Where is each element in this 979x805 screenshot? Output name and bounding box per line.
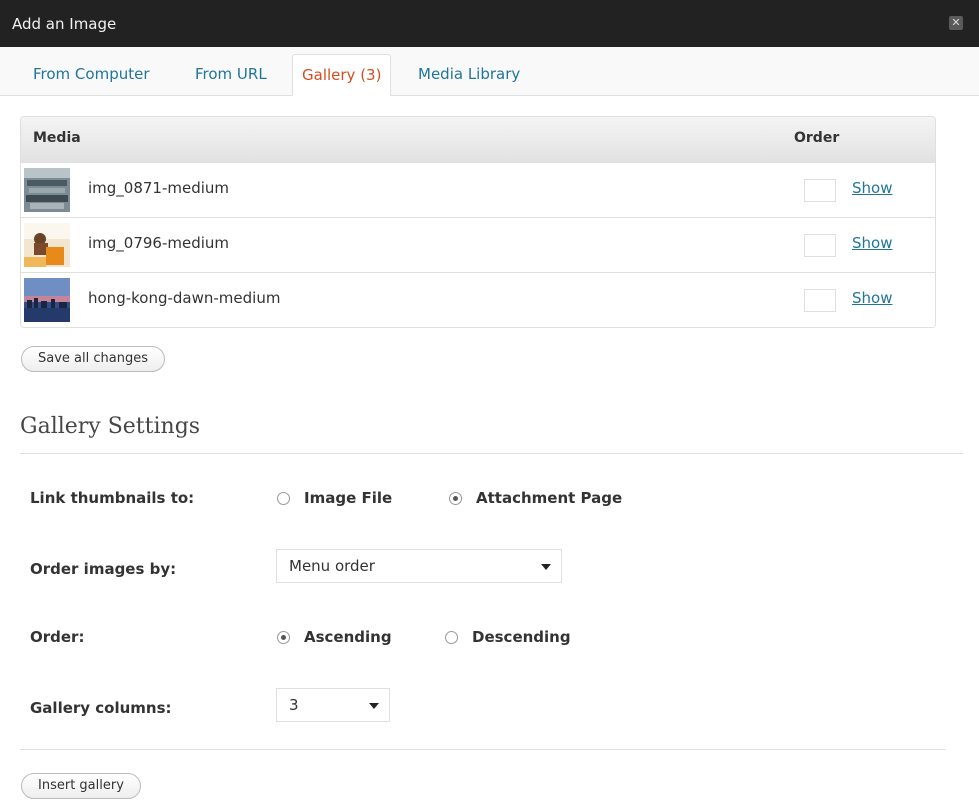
order-input[interactable] (804, 234, 836, 257)
order-by-value: Menu order (289, 557, 375, 575)
close-icon[interactable]: ✕ (949, 16, 963, 30)
table-row: hong-kong-dawn-medium Show (21, 273, 935, 327)
divider (20, 453, 963, 454)
thumbnail-image (24, 278, 70, 322)
table-row: img_0871-medium Show (21, 163, 935, 218)
order-input[interactable] (804, 289, 836, 312)
dialog-titlebar: Add an Image ✕ (0, 0, 979, 47)
media-file-name: hong-kong-dawn-medium (88, 289, 281, 307)
media-file-name: img_0871-medium (88, 179, 230, 197)
insert-gallery-button[interactable]: Insert gallery (21, 773, 141, 799)
gallery-settings-title: Gallery Settings (20, 414, 201, 439)
thumbnail-image (24, 223, 70, 267)
tab-from-url[interactable]: From URL (186, 54, 276, 96)
media-file-name: img_0796-medium (88, 234, 230, 252)
show-link[interactable]: Show (852, 289, 892, 307)
link-thumbnails-label: Link thumbnails to: (30, 489, 195, 507)
image-file-radio[interactable] (277, 492, 290, 505)
descending-label: Descending (472, 628, 571, 646)
descending-radio[interactable] (445, 631, 458, 644)
table-row: img_0796-medium Show (21, 218, 935, 273)
ascending-radio[interactable] (277, 631, 290, 644)
order-input[interactable] (804, 179, 836, 202)
media-table: Media Order img_0871-medium Show img_079… (20, 116, 936, 328)
chevron-down-icon (369, 703, 379, 709)
gallery-columns-select[interactable]: 3 (276, 688, 390, 722)
save-all-changes-button[interactable]: Save all changes (21, 346, 165, 372)
tab-bar: From Computer From URL Gallery (3) Media… (0, 47, 979, 96)
show-link[interactable]: Show (852, 234, 892, 252)
image-file-label: Image File (304, 489, 393, 507)
chevron-down-icon (541, 564, 551, 570)
attachment-page-label: Attachment Page (476, 489, 623, 507)
gallery-columns-label: Gallery columns: (30, 699, 172, 717)
order-column-header: Order (794, 130, 840, 146)
dialog-title: Add an Image (12, 15, 117, 33)
attachment-page-radio[interactable] (449, 492, 462, 505)
order-label: Order: (30, 628, 85, 646)
gallery-columns-value: 3 (289, 696, 299, 714)
ascending-label: Ascending (304, 628, 392, 646)
order-images-by-label: Order images by: (30, 560, 177, 578)
tab-from-computer[interactable]: From Computer (24, 54, 159, 96)
tab-media-library[interactable]: Media Library (409, 54, 529, 96)
tab-gallery[interactable]: Gallery (3) (292, 54, 392, 96)
divider (20, 749, 946, 750)
show-link[interactable]: Show (852, 179, 892, 197)
table-header: Media Order (21, 117, 935, 163)
thumbnail-image (24, 168, 70, 212)
order-by-select[interactable]: Menu order (276, 549, 562, 583)
media-column-header: Media (33, 130, 81, 146)
